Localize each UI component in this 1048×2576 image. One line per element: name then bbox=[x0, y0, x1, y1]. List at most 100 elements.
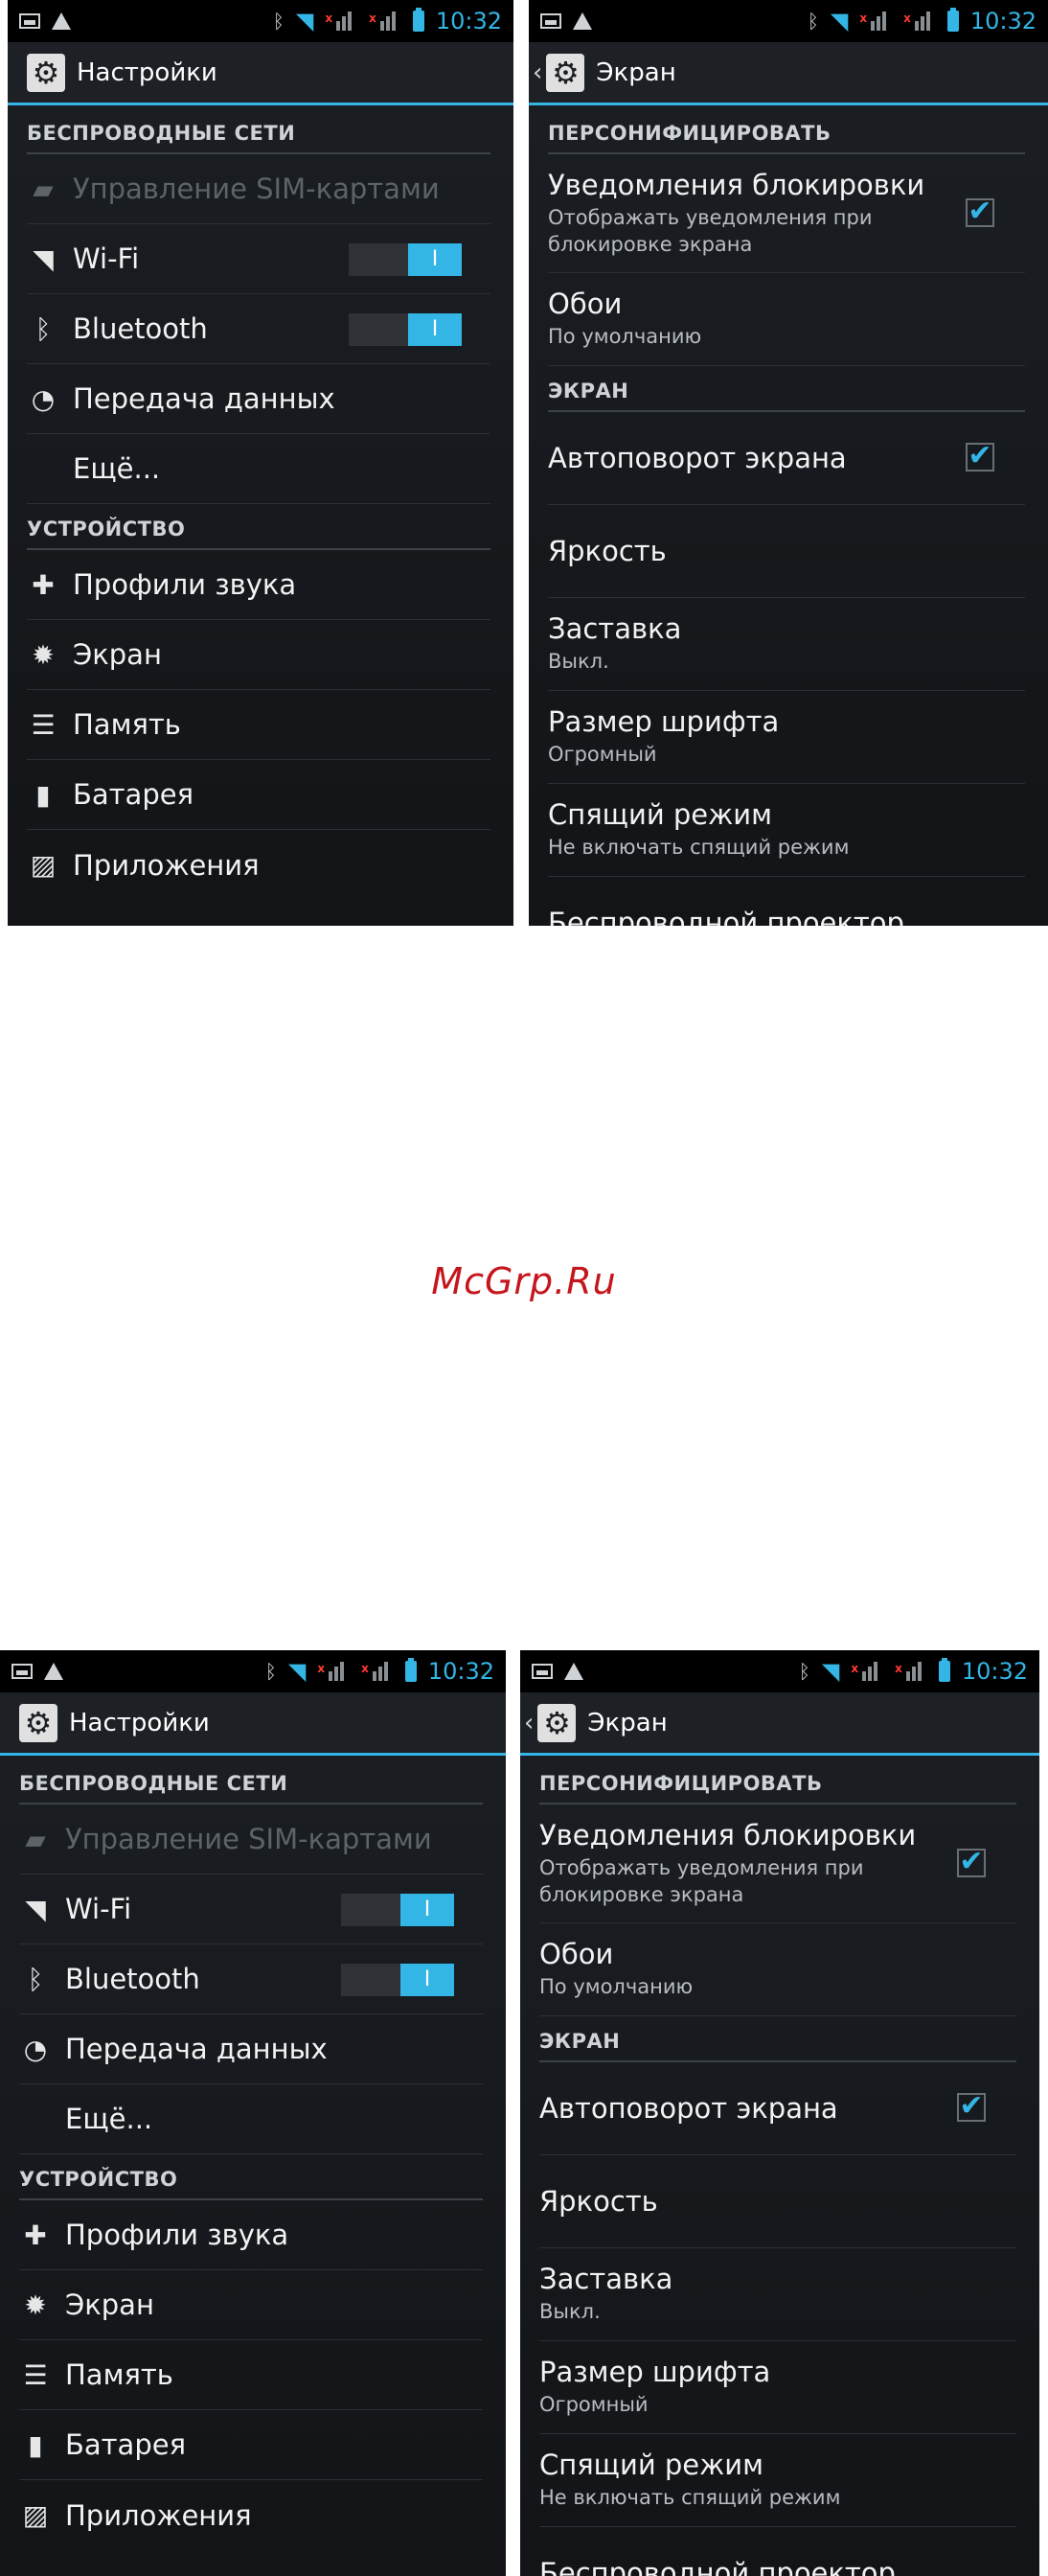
pref-sleep[interactable]: Спящий режим Не включать спящий режим bbox=[548, 784, 1025, 877]
wifi-icon: ◥ bbox=[33, 242, 54, 275]
pref-summary: Огромный bbox=[539, 2393, 649, 2417]
pref-summary: Не включать спящий режим bbox=[539, 2486, 841, 2510]
clock: 10:32 bbox=[961, 1658, 1028, 1685]
action-bar: ‹ ⚙ Экран bbox=[529, 42, 1048, 105]
pref-daydream[interactable]: Заставка Выкл. bbox=[539, 2248, 1016, 2341]
settings-item-apps[interactable]: ▨ Приложения bbox=[27, 830, 490, 900]
pref-wireless-display[interactable]: Беспроводной проектор bbox=[539, 2527, 1016, 2576]
settings-item-battery[interactable]: ▮ Батарея bbox=[19, 2410, 483, 2480]
settings-item-apps[interactable]: ▨ Приложения bbox=[19, 2480, 483, 2550]
settings-item-data-usage[interactable]: ◔ Передача данных bbox=[27, 364, 490, 434]
settings-item-wifi[interactable]: ◥ Wi-Fi I bbox=[27, 224, 490, 294]
settings-item-wifi[interactable]: ◥ Wi-Fi I bbox=[19, 1874, 483, 1944]
section-header-personalize: ПЕРСОНИФИЦИРОВАТЬ bbox=[539, 1759, 1016, 1805]
toggle-knob: I bbox=[400, 1894, 454, 1926]
pref-lock-notifications[interactable]: Уведомления блокировки Отображать уведом… bbox=[548, 154, 1025, 273]
status-bar: ᛒ ◥ x x 10:32 bbox=[529, 0, 1048, 42]
settings-item-more[interactable]: Ещё... bbox=[27, 434, 490, 504]
settings-item-more[interactable]: Ещё... bbox=[19, 2084, 483, 2154]
warning-icon bbox=[573, 12, 592, 30]
toggle-knob: I bbox=[408, 313, 462, 346]
settings-gear-icon[interactable]: ⚙ bbox=[546, 53, 585, 92]
settings-item-storage[interactable]: ☰ Память bbox=[19, 2340, 483, 2410]
wifi-icon: ◥ bbox=[25, 1893, 46, 1925]
action-bar: ‹ ⚙ Экран bbox=[520, 1692, 1039, 1756]
clock: 10:32 bbox=[427, 1658, 494, 1685]
settings-gear-icon[interactable]: ⚙ bbox=[27, 53, 65, 92]
settings-item-data-usage[interactable]: ◔ Передача данных bbox=[19, 2014, 483, 2084]
wifi-status-icon: ◥ bbox=[821, 1658, 840, 1685]
settings-item-sound-profiles[interactable]: ✚ Профили звука bbox=[27, 550, 490, 620]
pref-font-size[interactable]: Размер шрифта Огромный bbox=[548, 691, 1025, 784]
settings-item-label: Wi-Fi bbox=[73, 242, 140, 275]
settings-item-label: Профили звука bbox=[65, 2219, 289, 2251]
settings-item-label: Приложения bbox=[65, 2498, 252, 2532]
bluetooth-toggle[interactable]: I bbox=[341, 1964, 454, 1996]
pref-title: Уведомления блокировки bbox=[539, 1819, 917, 1852]
settings-item-display[interactable]: ✹ Экран bbox=[19, 2270, 483, 2340]
signal-sim2-icon: x bbox=[361, 1662, 394, 1681]
pref-summary: Отображать уведомления при блокировке эк… bbox=[539, 1856, 864, 1906]
settings-item-display[interactable]: ✹ Экран bbox=[27, 620, 490, 690]
settings-gear-icon[interactable]: ⚙ bbox=[537, 1703, 577, 1742]
back-chevron-icon[interactable]: ‹ bbox=[533, 58, 542, 87]
settings-item-label: Ещё... bbox=[73, 452, 161, 485]
autorotate-checkbox[interactable]: ✔ bbox=[957, 2092, 986, 2122]
settings-item-storage[interactable]: ☰ Память bbox=[27, 690, 490, 760]
pref-summary: Выкл. bbox=[539, 2300, 601, 2324]
settings-item-label: Память bbox=[65, 2358, 173, 2391]
pref-font-size[interactable]: Размер шрифта Огромный bbox=[539, 2341, 1016, 2434]
section-header-wireless: БЕСПРОВОДНЫЕ СЕТИ bbox=[19, 1759, 483, 1805]
settings-item-bluetooth[interactable]: ᛒ Bluetooth I bbox=[27, 294, 490, 364]
section-header-screen: ЭКРАН bbox=[548, 366, 1025, 412]
section-header-personalize: ПЕРСОНИФИЦИРОВАТЬ bbox=[548, 108, 1025, 154]
pref-title: Заставка bbox=[548, 612, 682, 646]
pref-summary: Отображать уведомления при блокировке эк… bbox=[548, 206, 873, 256]
settings-item-battery[interactable]: ▮ Батарея bbox=[27, 760, 490, 830]
settings-item-label: Батарея bbox=[65, 2428, 187, 2461]
pref-daydream[interactable]: Заставка Выкл. bbox=[548, 598, 1025, 691]
pref-brightness[interactable]: Яркость bbox=[548, 505, 1025, 598]
pref-autorotate[interactable]: Автоповорот экрана ✔ bbox=[548, 412, 1025, 505]
wifi-status-icon: ◥ bbox=[295, 8, 314, 34]
pref-wallpaper[interactable]: Обои По умолчанию bbox=[539, 1923, 1016, 2016]
settings-item-label: Bluetooth bbox=[65, 1963, 200, 1995]
display-list: ПЕРСОНИФИЦИРОВАТЬ Уведомления блокировки… bbox=[520, 1759, 1039, 2576]
settings-item-label: Экран bbox=[73, 638, 162, 671]
wifi-toggle[interactable]: I bbox=[349, 243, 462, 276]
settings-item-bluetooth[interactable]: ᛒ Bluetooth I bbox=[19, 1944, 483, 2014]
pref-lock-notifications[interactable]: Уведомления блокировки Отображать уведом… bbox=[539, 1805, 1016, 1923]
lock-notifications-checkbox[interactable]: ✔ bbox=[957, 1847, 986, 1877]
battery-status-icon bbox=[404, 1658, 417, 1682]
wifi-toggle[interactable]: I bbox=[341, 1894, 454, 1926]
autorotate-checkbox[interactable]: ✔ bbox=[966, 442, 994, 472]
bluetooth-icon: ᛒ bbox=[27, 1963, 44, 1995]
action-bar: ⚙ Настройки bbox=[0, 1692, 506, 1756]
settings-item-label: Bluetooth bbox=[73, 312, 208, 345]
warning-icon bbox=[52, 12, 71, 30]
section-header-device: УСТРОЙСТВО bbox=[27, 504, 490, 550]
storage-icon: ☰ bbox=[23, 2358, 48, 2391]
bluetooth-toggle[interactable]: I bbox=[349, 313, 462, 346]
image-notification-icon bbox=[540, 13, 561, 29]
pref-title: Яркость bbox=[539, 2185, 658, 2218]
section-header-screen: ЭКРАН bbox=[539, 2016, 1016, 2062]
pref-wallpaper[interactable]: Обои По умолчанию bbox=[548, 273, 1025, 366]
bluetooth-status-icon: ᛒ bbox=[798, 1660, 810, 1683]
back-chevron-icon[interactable]: ‹ bbox=[524, 1709, 534, 1737]
pref-wireless-display[interactable]: Беспроводной проектор bbox=[548, 877, 1025, 926]
settings-item-sim[interactable]: ▰ Управление SIM-картами bbox=[27, 154, 490, 224]
battery-status-icon bbox=[946, 8, 959, 32]
settings-item-label: Ещё... bbox=[65, 2103, 153, 2135]
settings-item-sound-profiles[interactable]: ✚ Профили звука bbox=[19, 2200, 483, 2270]
pref-brightness[interactable]: Яркость bbox=[539, 2155, 1016, 2248]
pref-autorotate[interactable]: Автоповорот экрана ✔ bbox=[539, 2062, 1016, 2155]
settings-item-label: Память bbox=[73, 708, 181, 741]
lock-notifications-checkbox[interactable]: ✔ bbox=[966, 196, 994, 227]
pref-sleep[interactable]: Спящий режим Не включать спящий режим bbox=[539, 2434, 1016, 2527]
settings-item-sim[interactable]: ▰ Управление SIM-картами bbox=[19, 1805, 483, 1874]
bluetooth-status-icon: ᛒ bbox=[272, 10, 285, 33]
settings-gear-icon[interactable]: ⚙ bbox=[19, 1703, 57, 1742]
data-usage-icon: ◔ bbox=[31, 382, 56, 415]
page-title: Настройки bbox=[77, 58, 217, 87]
